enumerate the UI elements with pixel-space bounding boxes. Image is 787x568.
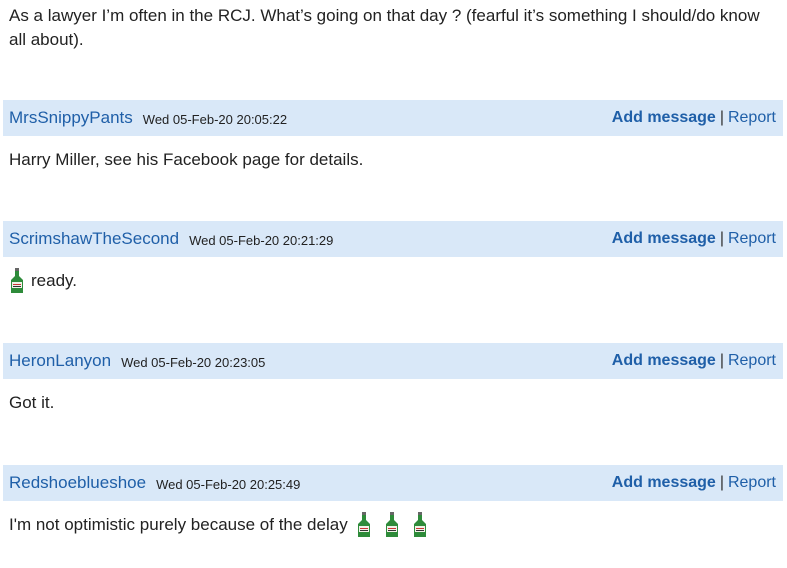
post-timestamp: Wed 05-Feb-20 20:23:05 [121,355,266,370]
add-message-link[interactable]: Add message [612,230,716,248]
post-header: HeronLanyon Wed 05-Feb-20 20:23:05 Add m… [3,343,783,379]
post-timestamp: Wed 05-Feb-20 20:21:29 [189,233,334,248]
post-text: I'm not optimistic purely because of the… [9,515,348,534]
post: ScrimshawTheSecond Wed 05-Feb-20 20:21:2… [3,221,783,305]
post: MrsSnippyPants Wed 05-Feb-20 20:05:22 Ad… [3,100,783,184]
gin-bottle-icon [385,512,398,537]
post-body: Harry Miller, see his Facebook page for … [3,136,783,184]
report-link[interactable]: Report [728,474,776,492]
report-link[interactable]: Report [728,230,776,248]
report-link[interactable]: Report [728,109,776,127]
separator: | [719,352,724,369]
post-actions: Add message | Report [612,230,776,248]
separator: | [719,474,724,491]
post-timestamp: Wed 05-Feb-20 20:25:49 [156,477,301,492]
previous-message-text: As a lawyer I’m often in the RCJ. What’s… [9,6,760,49]
gin-bottle-icon [11,268,23,293]
post-body: Got it. [3,379,783,427]
username-link[interactable]: Redshoeblueshoe [9,473,146,493]
post-text: Harry Miller, see his Facebook page for … [9,150,364,169]
post-actions: Add message | Report [612,352,776,370]
post-header: ScrimshawTheSecond Wed 05-Feb-20 20:21:2… [3,221,783,257]
separator: | [719,230,724,247]
gin-bottle-icon [413,512,426,537]
gin-bottle-icon [357,512,370,537]
report-link[interactable]: Report [728,352,776,370]
post-header: Redshoeblueshoe Wed 05-Feb-20 20:25:49 A… [3,465,783,501]
post-timestamp: Wed 05-Feb-20 20:05:22 [142,112,288,127]
post-text: Got it. [9,393,55,412]
username-link[interactable]: HeronLanyon [9,351,111,371]
post-body: I'm not optimistic purely because of the… [3,501,783,549]
post-actions: Add message | Report [612,474,776,492]
post: Redshoeblueshoe Wed 05-Feb-20 20:25:49 A… [3,465,783,549]
post-body: ready. [3,257,783,305]
add-message-link[interactable]: Add message [612,352,716,370]
post-header: MrsSnippyPants Wed 05-Feb-20 20:05:22 Ad… [3,100,783,136]
gin-bottle-icon-group [356,512,428,538]
post-actions: Add message | Report [612,109,776,127]
post-text: ready. [31,271,77,290]
post: HeronLanyon Wed 05-Feb-20 20:23:05 Add m… [3,343,783,427]
add-message-link[interactable]: Add message [612,109,716,127]
separator: | [719,109,724,126]
add-message-link[interactable]: Add message [612,474,716,492]
username-link[interactable]: MrsSnippyPants [9,108,133,128]
username-link[interactable]: ScrimshawTheSecond [9,229,179,249]
